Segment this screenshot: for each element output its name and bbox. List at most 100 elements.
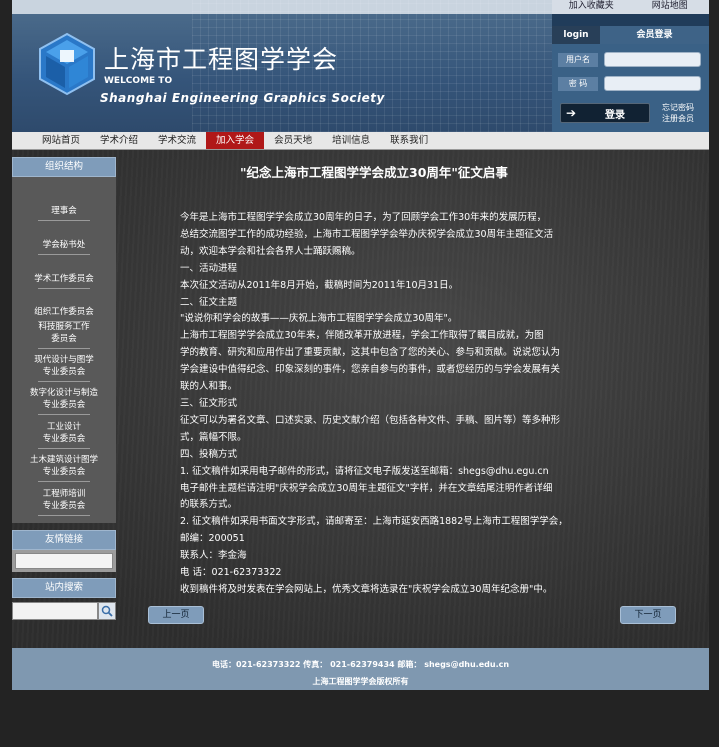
nav-item-training[interactable]: 培训信息 bbox=[322, 132, 380, 149]
sidebar-item-label: 土木建筑设计图学 bbox=[29, 455, 98, 465]
article-line: 征文可以为署名文章、口述实录、历史文献介绍（包括各种文件、手稿、图片等）等多种形 bbox=[180, 414, 561, 426]
sidebar-divider bbox=[38, 515, 90, 516]
nav-item-join[interactable]: 加入学会 bbox=[206, 132, 265, 149]
sidebar-item-label: 专业委员会 bbox=[42, 367, 86, 377]
sidebar-item[interactable]: 理事会 bbox=[12, 205, 116, 217]
article-line: 动，欢迎本学会和社会各界人士踊跃赐稿。 bbox=[180, 245, 361, 257]
sidebar-item-label: 专业委员会 bbox=[42, 434, 86, 444]
article-line: 1. 征文稿件如采用电子邮件的形式，请将征文电子版发送至邮箱：shegs@dhu… bbox=[180, 465, 549, 477]
add-favorites-link[interactable]: 加入收藏夹 bbox=[552, 0, 631, 14]
sidebar-divider bbox=[38, 481, 90, 482]
sidebar-divider bbox=[38, 414, 90, 415]
sidebar-item[interactable]: 学会秘书处 bbox=[12, 239, 116, 251]
article-line: "说说你和学会的故事——庆祝上海市工程图学学会成立30周年"。 bbox=[180, 313, 458, 325]
article-line: 总结交流图学工作的成功经验，上海市工程图学学会举办庆祝学会成立30周年主题征文活 bbox=[180, 228, 554, 240]
sidebar-divider bbox=[38, 254, 90, 255]
search-row bbox=[12, 602, 116, 622]
article-line: 四、投稿方式 bbox=[180, 448, 238, 460]
society-logo-icon bbox=[39, 32, 95, 96]
search-button[interactable] bbox=[98, 602, 116, 620]
sidebar-item[interactable]: 工程师培训 专业委员会 bbox=[12, 488, 116, 512]
sidebar-menu: 理事会 学会秘书处 学术工作委员会 组织工作委员会 科技服务工作 委员会 现代设计与图学 专业… bbox=[12, 177, 116, 523]
sidebar-item-label: 现代设计与图学 bbox=[34, 355, 94, 365]
login-form: 用户名 密 码 ➔ 登录 忘记密码 注册会员 bbox=[552, 44, 709, 132]
sidebar-divider bbox=[38, 288, 90, 289]
sidebar-item[interactable]: 科技服务工作 委员会 bbox=[12, 321, 116, 345]
article-line: 一、活动进程 bbox=[180, 262, 238, 274]
nav-item-contact[interactable]: 联系我们 bbox=[380, 132, 438, 149]
sidebar-item-label: 学会秘书处 bbox=[42, 240, 86, 250]
username-label: 用户名 bbox=[558, 53, 598, 67]
prev-page-button[interactable]: 上一页 bbox=[148, 606, 204, 624]
friend-links-select[interactable] bbox=[12, 550, 116, 572]
article-line: 联的人和事。 bbox=[180, 381, 238, 393]
footer: 电话：021-62373322 传真： 021-62379434 邮箱： she… bbox=[12, 648, 709, 690]
article-line: 收到稿件将及时发表在学会网站上，优秀文章将选录在"庆祝学会成立30周年纪念册"中… bbox=[180, 583, 553, 595]
sidebar-item-label: 组织工作委员会 bbox=[34, 307, 94, 317]
login-button-label: 登录 bbox=[605, 109, 625, 121]
sidebar: 组织结构 理事会 学会秘书处 学术工作委员会 组织工作委员会 科技服务工作 委员会 现代设计… bbox=[12, 157, 116, 523]
top-links: 加入收藏夹 网站地图 bbox=[552, 0, 709, 14]
sidebar-item[interactable]: 组织工作委员会 bbox=[12, 306, 116, 318]
search-icon bbox=[101, 605, 113, 617]
header-banner: 上海市工程图学学会 WELCOME TO Shanghai Engineerin… bbox=[12, 0, 552, 132]
sidebar-title: 组织结构 bbox=[12, 157, 116, 177]
sidebar-item-label: 数字化设计与制造 bbox=[29, 388, 98, 398]
friend-links-section: 友情链接 bbox=[12, 530, 116, 572]
search-input[interactable] bbox=[12, 602, 98, 620]
password-label: 密 码 bbox=[558, 77, 598, 91]
sidebar-item[interactable]: 学术工作委员会 bbox=[12, 273, 116, 285]
site-name-cn: 上海市工程图学学会 bbox=[104, 45, 339, 74]
sidebar-item-label: 理事会 bbox=[51, 206, 77, 216]
site-name-en: Shanghai Engineering Graphics Society bbox=[100, 91, 385, 105]
footer-copyright: 上海工程图学学会版权所有 bbox=[312, 677, 409, 686]
forgot-password-link[interactable]: 忘记密码 bbox=[662, 102, 694, 113]
site-search-section: 站内搜索 bbox=[12, 578, 116, 622]
main-nav: 网站首页 学术介绍 学术交流 加入学会 会员天地 培训信息 联系我们 bbox=[12, 132, 709, 150]
nav-item-about[interactable]: 学术介绍 bbox=[90, 132, 148, 149]
footer-contact: 电话：021-62373322 传真： 021-62379434 邮箱： she… bbox=[211, 660, 510, 669]
nav-item-home[interactable]: 网站首页 bbox=[32, 132, 90, 149]
tab-login[interactable]: login bbox=[552, 26, 600, 44]
article-body: 今年是上海市工程图学学会成立30周年的日子，为了回顾学会工作30年来的发展历程，… bbox=[180, 210, 580, 599]
register-link[interactable]: 注册会员 bbox=[662, 113, 694, 124]
sidebar-item[interactable]: 土木建筑设计图学 专业委员会 bbox=[12, 454, 116, 478]
sidebar-item[interactable]: 工业设计 专业委员会 bbox=[12, 421, 116, 445]
sidebar-item-label: 科技服务工作 bbox=[38, 322, 90, 332]
sidebar-divider bbox=[38, 448, 90, 449]
article-line: 学的教育、研究和应用作出了重要贡献，这其中包含了您的关心、参与和贡献。说说您认为 bbox=[180, 347, 561, 359]
username-input[interactable] bbox=[604, 52, 701, 67]
article-line: 式，篇幅不限。 bbox=[180, 431, 247, 443]
sidebar-item-label: 专业委员会 bbox=[42, 400, 86, 410]
login-tabs: login 会员登录 bbox=[552, 26, 709, 44]
sidebar-item-label: 专业委员会 bbox=[42, 501, 86, 511]
sidebar-divider bbox=[38, 220, 90, 221]
main-content: 组织结构 理事会 学会秘书处 学术工作委员会 组织工作委员会 科技服务工作 委员会 现代设计… bbox=[12, 150, 709, 648]
site-map-link[interactable]: 网站地图 bbox=[631, 0, 710, 14]
sidebar-item-label: 工业设计 bbox=[46, 422, 81, 432]
login-panel: login 会员登录 用户名 密 码 ➔ 登录 忘记密码 注册会员 bbox=[552, 14, 709, 132]
sidebar-item[interactable]: 现代设计与图学 专业委员会 bbox=[12, 354, 116, 378]
password-input[interactable] bbox=[604, 76, 701, 91]
article-line: 今年是上海市工程图学学会成立30周年的日子，为了回顾学会工作30年来的发展历程， bbox=[180, 212, 547, 223]
article-line: 电子邮件主题栏请注明"庆祝学会成立30周年主题征文"字样，并在文章结尾注明作者详… bbox=[180, 482, 553, 494]
login-button[interactable]: ➔ 登录 bbox=[560, 103, 650, 123]
sidebar-item-label: 学术工作委员会 bbox=[34, 274, 94, 284]
article-line: 2. 征文稿件如采用书面文字形式，请邮寄至：上海市延安西路1882号上海市工程图… bbox=[180, 516, 568, 528]
friend-links-title: 友情链接 bbox=[12, 530, 116, 550]
article-title: "纪念上海市工程图学学会成立30周年"征文启事 bbox=[240, 165, 508, 180]
tab-member-login[interactable]: 会员登录 bbox=[600, 26, 709, 44]
article-line: 三、征文形式 bbox=[180, 397, 238, 409]
sidebar-item[interactable]: 数字化设计与制造 专业委员会 bbox=[12, 387, 116, 411]
nav-item-members[interactable]: 会员天地 bbox=[264, 132, 322, 149]
article-line: 邮编：200051 bbox=[180, 533, 245, 545]
sidebar-divider bbox=[38, 381, 90, 382]
nav-item-exchange[interactable]: 学术交流 bbox=[148, 132, 206, 149]
article-line: 联系人：李金海 bbox=[180, 550, 247, 562]
arrow-right-icon: ➔ bbox=[565, 106, 577, 120]
next-page-button[interactable]: 下一页 bbox=[620, 606, 676, 624]
sidebar-item-label: 专业委员会 bbox=[42, 467, 86, 477]
article-line: 电 话：021-62373322 bbox=[180, 567, 282, 579]
article-line: 上海市工程图学学会成立30年来，伴随改革开放进程，学会工作取得了瞩目成就，为图 bbox=[180, 330, 544, 342]
article-line: 本次征文活动从2011年8月开始，截稿时间为2011年10月31日。 bbox=[180, 279, 459, 291]
